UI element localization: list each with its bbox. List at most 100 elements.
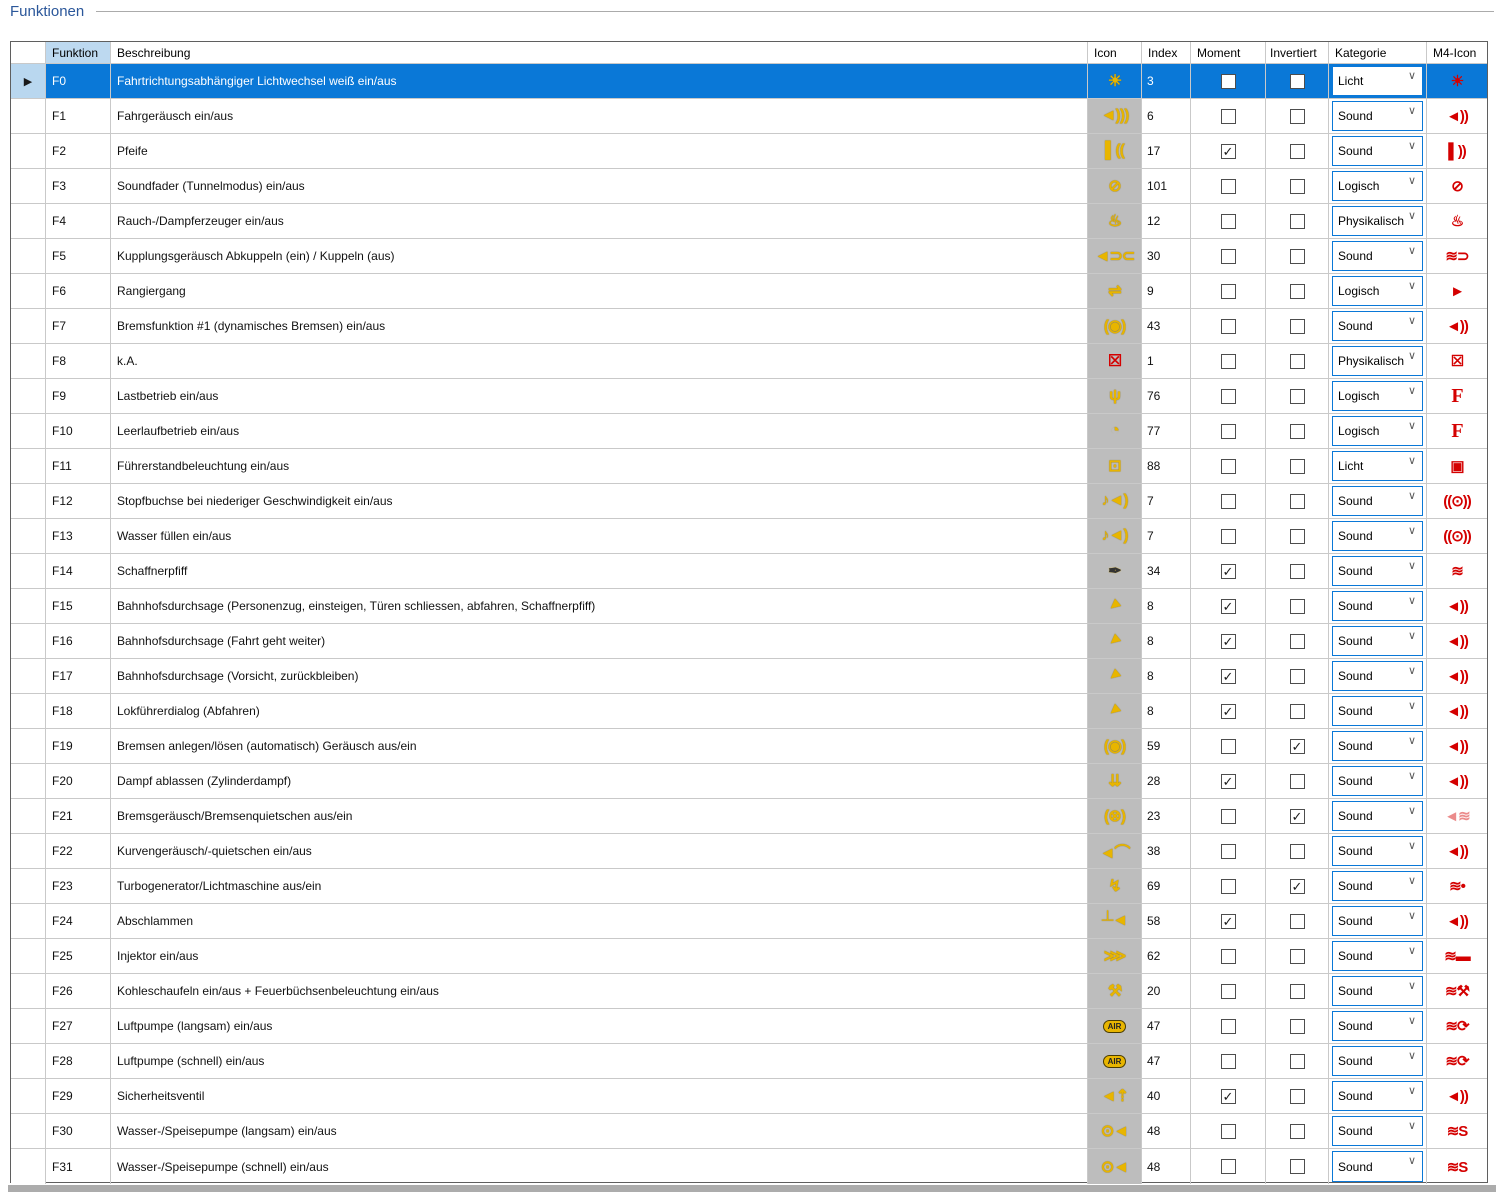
- table-row[interactable]: F6 Rangiergang ⇌ 9 Logisch ∨ ►: [11, 274, 1487, 309]
- m4-icon-cell[interactable]: ≋⊃: [1427, 239, 1487, 274]
- funktion-cell[interactable]: F7: [46, 309, 111, 344]
- beschreibung-cell[interactable]: Luftpumpe (langsam) ein/aus: [111, 1009, 1088, 1044]
- header-index[interactable]: Index: [1142, 42, 1191, 64]
- m4-icon-cell[interactable]: ◄)): [1427, 729, 1487, 764]
- index-cell[interactable]: 8: [1142, 659, 1191, 694]
- table-row[interactable]: F18 Lokführerdialog (Abfahren) ◄ 8 ✓ Sound ∨ ◄)…: [11, 694, 1487, 729]
- kategorie-dropdown[interactable]: Sound ∨: [1332, 521, 1423, 551]
- invertiert-checkbox[interactable]: [1289, 598, 1305, 614]
- table-row[interactable]: F21 Bremsgeräusch/Bremsenquietschen aus/e…: [11, 799, 1487, 834]
- row-selector-cell[interactable]: [11, 1044, 46, 1079]
- icon-cell[interactable]: ψ: [1088, 379, 1142, 414]
- moment-checkbox[interactable]: ✓: [1220, 1088, 1236, 1104]
- m4-icon-cell[interactable]: ▣: [1427, 449, 1487, 484]
- table-row[interactable]: F17 Bahnhofsdurchsage (Vorsicht, zurückbl…: [11, 659, 1487, 694]
- icon-cell[interactable]: ◄⊃⊂: [1088, 239, 1142, 274]
- kategorie-dropdown[interactable]: Sound ∨: [1332, 766, 1423, 796]
- kategorie-dropdown[interactable]: Sound ∨: [1332, 1046, 1423, 1076]
- table-row[interactable]: F1 Fahrgeräusch ein/aus ◄))) 6 Sound ∨ ◄)): [11, 99, 1487, 134]
- horizontal-scrollbar[interactable]: [8, 1185, 1496, 1192]
- index-cell[interactable]: 3: [1142, 64, 1191, 99]
- kategorie-dropdown[interactable]: Sound ∨: [1332, 696, 1423, 726]
- index-cell[interactable]: 59: [1142, 729, 1191, 764]
- moment-checkbox[interactable]: [1220, 388, 1236, 404]
- invertiert-checkbox[interactable]: [1289, 913, 1305, 929]
- row-selector-cell[interactable]: [11, 694, 46, 729]
- row-selector-cell[interactable]: [11, 939, 46, 974]
- funktion-cell[interactable]: F16: [46, 624, 111, 659]
- icon-cell[interactable]: ↯: [1088, 869, 1142, 904]
- beschreibung-cell[interactable]: Lastbetrieb ein/aus: [111, 379, 1088, 414]
- funktion-cell[interactable]: F24: [46, 904, 111, 939]
- index-cell[interactable]: 48: [1142, 1114, 1191, 1149]
- moment-checkbox[interactable]: [1220, 248, 1236, 264]
- moment-checkbox[interactable]: ✓: [1220, 143, 1236, 159]
- index-cell[interactable]: 77: [1142, 414, 1191, 449]
- m4-icon-cell[interactable]: ►: [1427, 274, 1487, 309]
- moment-checkbox[interactable]: ✓: [1220, 633, 1236, 649]
- kategorie-dropdown[interactable]: Sound ∨: [1332, 311, 1423, 341]
- row-selector-cell[interactable]: [11, 449, 46, 484]
- kategorie-dropdown[interactable]: Logisch ∨: [1332, 381, 1423, 411]
- table-row[interactable]: F20 Dampf ablassen (Zylinderdampf) ⇊ 28 ✓ Sou…: [11, 764, 1487, 799]
- row-selector-cell[interactable]: [11, 1114, 46, 1149]
- kategorie-dropdown[interactable]: Sound ∨: [1332, 906, 1423, 936]
- index-cell[interactable]: 30: [1142, 239, 1191, 274]
- m4-icon-cell[interactable]: ◄)): [1427, 589, 1487, 624]
- table-row[interactable]: F14 Schaffnerpfiff ✒ 34 ✓ Sound ∨ ≋: [11, 554, 1487, 589]
- row-selector-cell[interactable]: [11, 1149, 46, 1184]
- invertiert-checkbox[interactable]: [1289, 493, 1305, 509]
- kategorie-dropdown[interactable]: Sound ∨: [1332, 661, 1423, 691]
- icon-cell[interactable]: ⚒: [1088, 974, 1142, 1009]
- table-row[interactable]: F5 Kupplungsgeräusch Abkuppeln (ein) / Ku…: [11, 239, 1487, 274]
- invertiert-checkbox[interactable]: [1289, 423, 1305, 439]
- icon-cell[interactable]: ♪◄): [1088, 519, 1142, 554]
- invertiert-checkbox[interactable]: [1289, 73, 1305, 89]
- m4-icon-cell[interactable]: ◄)): [1427, 624, 1487, 659]
- moment-checkbox[interactable]: [1220, 213, 1236, 229]
- funktion-cell[interactable]: F8: [46, 344, 111, 379]
- moment-checkbox[interactable]: [1220, 108, 1236, 124]
- icon-cell[interactable]: ⋙: [1088, 939, 1142, 974]
- header-icon[interactable]: Icon: [1088, 42, 1142, 64]
- moment-checkbox[interactable]: [1220, 493, 1236, 509]
- beschreibung-cell[interactable]: Soundfader (Tunnelmodus) ein/aus: [111, 169, 1088, 204]
- table-row[interactable]: F13 Wasser füllen ein/aus ♪◄) 7 Sound ∨ ((⊙)): [11, 519, 1487, 554]
- index-cell[interactable]: 8: [1142, 694, 1191, 729]
- index-cell[interactable]: 62: [1142, 939, 1191, 974]
- kategorie-dropdown[interactable]: Physikalisch ∨: [1332, 206, 1423, 236]
- beschreibung-cell[interactable]: Sicherheitsventil: [111, 1079, 1088, 1114]
- invertiert-checkbox[interactable]: [1289, 1123, 1305, 1139]
- kategorie-dropdown[interactable]: Physikalisch ∨: [1332, 346, 1423, 376]
- moment-checkbox[interactable]: ✓: [1220, 598, 1236, 614]
- table-row[interactable]: ▶ F0 Fahrtrichtungsabhängiger Lichtwechsel…: [11, 64, 1487, 99]
- beschreibung-cell[interactable]: Fahrtrichtungsabhängiger Lichtwechsel we…: [111, 64, 1088, 99]
- row-selector-cell[interactable]: [11, 344, 46, 379]
- icon-cell[interactable]: ♪◄): [1088, 484, 1142, 519]
- table-row[interactable]: F30 Wasser-/Speisepumpe (langsam) ein/aus…: [11, 1114, 1487, 1149]
- m4-icon-cell[interactable]: ◄)): [1427, 1079, 1487, 1114]
- table-row[interactable]: F29 Sicherheitsventil ◄⇡ 40 ✓ Sound ∨ ◄)): [11, 1079, 1487, 1114]
- invertiert-checkbox[interactable]: [1289, 1159, 1305, 1174]
- funktion-cell[interactable]: F5: [46, 239, 111, 274]
- invertiert-checkbox[interactable]: [1289, 563, 1305, 579]
- kategorie-dropdown[interactable]: Logisch ∨: [1332, 276, 1423, 306]
- icon-cell[interactable]: ⇊: [1088, 764, 1142, 799]
- moment-checkbox[interactable]: [1220, 423, 1236, 439]
- moment-checkbox[interactable]: [1220, 73, 1236, 89]
- kategorie-dropdown[interactable]: Sound ∨: [1332, 976, 1423, 1006]
- table-row[interactable]: F11 Führerstandbeleuchtung ein/aus ⊡ 88 Lich…: [11, 449, 1487, 484]
- header-kategorie[interactable]: Kategorie: [1329, 42, 1427, 64]
- icon-cell[interactable]: ◄⇡: [1088, 1079, 1142, 1114]
- moment-checkbox[interactable]: ✓: [1220, 703, 1236, 719]
- row-selector-cell[interactable]: [11, 239, 46, 274]
- invertiert-checkbox[interactable]: ✓: [1289, 808, 1305, 824]
- funktion-cell[interactable]: F28: [46, 1044, 111, 1079]
- beschreibung-cell[interactable]: Rangiergang: [111, 274, 1088, 309]
- row-selector-cell[interactable]: [11, 834, 46, 869]
- icon-cell[interactable]: (⊗): [1088, 799, 1142, 834]
- invertiert-checkbox[interactable]: [1289, 143, 1305, 159]
- index-cell[interactable]: 76: [1142, 379, 1191, 414]
- row-selector-cell[interactable]: [11, 414, 46, 449]
- index-cell[interactable]: 6: [1142, 99, 1191, 134]
